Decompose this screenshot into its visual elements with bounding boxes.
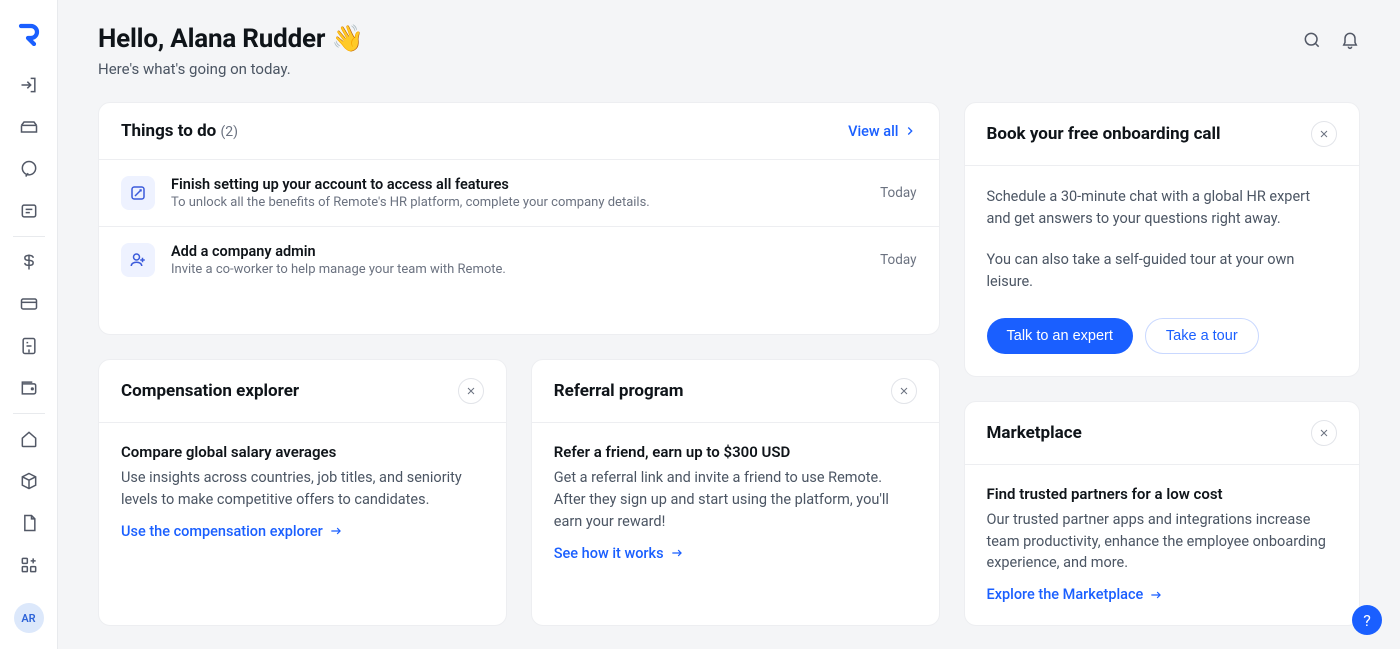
todo-item[interactable]: Finish setting up your account to access…	[99, 159, 939, 226]
nav-card-icon[interactable]	[17, 293, 41, 315]
todo-date: Today	[880, 185, 916, 201]
nav-login-icon[interactable]	[17, 74, 41, 96]
todo-desc: Invite a co-worker to help manage your t…	[171, 262, 880, 277]
things-title: Things to do (2)	[121, 121, 238, 141]
nav-package-icon[interactable]	[17, 470, 41, 492]
todo-date: Today	[880, 252, 916, 268]
nav-org-icon[interactable]	[17, 116, 41, 138]
nav-notes-icon[interactable]	[17, 200, 41, 222]
compensation-text: Use insights across countries, job title…	[121, 467, 484, 511]
marketplace-link[interactable]: Explore the Marketplace	[987, 586, 1164, 603]
referral-card: Referral program Refer a friend, earn up…	[531, 359, 940, 626]
compensation-link[interactable]: Use the compensation explorer	[121, 523, 343, 540]
wave-emoji: 👋	[331, 24, 363, 54]
todo-title: Add a company admin	[171, 243, 880, 260]
onboarding-text-1: Schedule a 30-minute chat with a global …	[987, 186, 1338, 231]
marketplace-text: Our trusted partner apps and integration…	[987, 509, 1338, 574]
page-title: Hello, Alana Rudder 👋	[98, 24, 364, 54]
close-button[interactable]	[1311, 121, 1337, 147]
help-button[interactable]: ?	[1352, 605, 1382, 635]
marketplace-heading: Find trusted partners for a low cost	[987, 485, 1338, 503]
page-subtitle: Here's what's going on today.	[98, 60, 364, 78]
todo-item[interactable]: Add a company admin Invite a co-worker t…	[99, 226, 939, 293]
compensation-title: Compensation explorer	[121, 381, 299, 401]
nav-apps-icon[interactable]	[17, 554, 41, 576]
compensation-heading: Compare global salary averages	[121, 443, 484, 461]
onboarding-title: Book your free onboarding call	[987, 124, 1221, 144]
referral-title: Referral program	[554, 381, 684, 401]
marketplace-title: Marketplace	[987, 423, 1082, 443]
nav-chat-icon[interactable]	[17, 158, 41, 180]
nav-home-icon[interactable]	[17, 428, 41, 450]
search-icon[interactable]	[1302, 30, 1322, 50]
view-all-link[interactable]: View all	[848, 123, 916, 140]
add-admin-icon	[121, 243, 155, 277]
sidebar: AR	[0, 0, 58, 649]
nav-invoice-icon[interactable]	[17, 335, 41, 357]
nav-doc-icon[interactable]	[17, 512, 41, 534]
main-content: Hello, Alana Rudder 👋 Here's what's goin…	[58, 0, 1400, 649]
onboarding-text-2: You can also take a self-guided tour at …	[987, 249, 1338, 294]
close-button[interactable]	[1311, 420, 1337, 446]
talk-to-expert-button[interactable]: Talk to an expert	[987, 318, 1133, 354]
referral-heading: Refer a friend, earn up to $300 USD	[554, 443, 917, 461]
nav-money-icon[interactable]	[17, 251, 41, 273]
compensation-card: Compensation explorer Compare global sal…	[98, 359, 507, 626]
user-avatar[interactable]: AR	[14, 603, 44, 633]
bell-icon[interactable]	[1340, 30, 1360, 50]
onboarding-card: Book your free onboarding call Schedule …	[964, 102, 1361, 377]
referral-text: Get a referral link and invite a friend …	[554, 467, 917, 532]
greeting: Hello, Alana Rudder 👋 Here's what's goin…	[98, 24, 364, 78]
close-button[interactable]	[458, 378, 484, 404]
todo-title: Finish setting up your account to access…	[171, 176, 880, 193]
take-tour-button[interactable]: Take a tour	[1145, 318, 1259, 354]
close-button[interactable]	[891, 378, 917, 404]
nav-wallet-icon[interactable]	[17, 377, 41, 399]
marketplace-card: Marketplace Find trusted partners for a …	[964, 401, 1361, 626]
referral-link[interactable]: See how it works	[554, 545, 684, 562]
todo-desc: To unlock all the benefits of Remote's H…	[171, 195, 880, 210]
things-to-do-card: Things to do (2) View all Finish setting…	[98, 102, 940, 335]
logo[interactable]	[17, 22, 41, 46]
things-count: (2)	[221, 124, 239, 140]
setup-account-icon	[121, 176, 155, 210]
